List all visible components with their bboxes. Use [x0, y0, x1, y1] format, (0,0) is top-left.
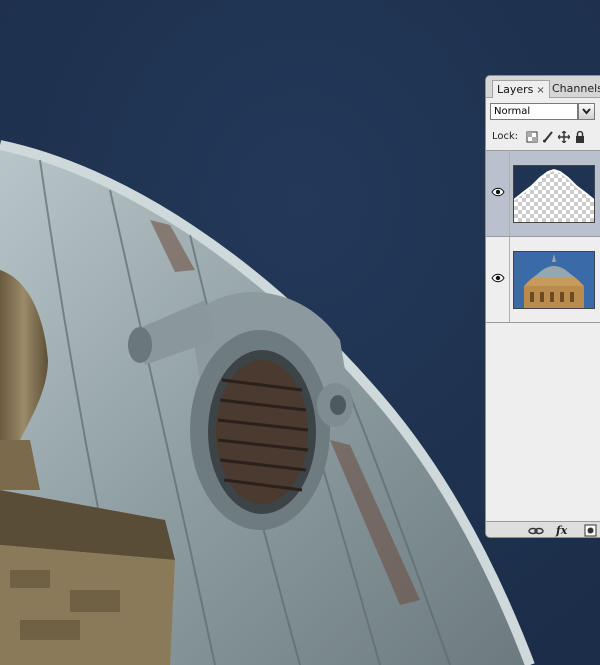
visibility-toggle[interactable]	[486, 237, 510, 322]
layer-row-mask[interactable]	[486, 151, 600, 237]
visibility-toggle[interactable]	[486, 151, 510, 236]
lock-transparent-icon[interactable]	[526, 131, 538, 143]
lock-row: Lock:	[492, 128, 600, 146]
layers-panel: Layers × Channels Normal Lock: fx	[485, 75, 600, 538]
eye-icon	[491, 187, 505, 197]
panel-tab-bar: Layers × Channels	[486, 76, 600, 98]
layer-row-photo[interactable]	[486, 237, 600, 323]
blend-mode-row: Normal	[490, 103, 600, 121]
close-icon[interactable]: ×	[536, 85, 544, 96]
eye-icon	[491, 273, 505, 283]
lock-position-icon[interactable]	[558, 131, 570, 143]
lock-all-icon[interactable]	[574, 131, 586, 143]
tab-layers[interactable]: Layers ×	[492, 80, 550, 98]
panel-bottom-bar: fx	[486, 521, 600, 537]
tab-channels-label: Channels	[552, 82, 600, 95]
layers-list	[486, 150, 600, 523]
fx-icon[interactable]: fx	[556, 524, 567, 537]
layer-thumbnail-photo	[513, 251, 595, 309]
blend-mode-dropdown-button[interactable]	[578, 103, 595, 120]
mask-icon[interactable]	[584, 524, 597, 537]
link-icon[interactable]	[528, 524, 544, 537]
lock-label: Lock:	[492, 131, 519, 142]
lock-image-icon[interactable]	[542, 131, 554, 143]
layer-thumbnail-mask	[513, 165, 595, 223]
tab-layers-label: Layers	[497, 83, 534, 96]
blend-mode-select[interactable]: Normal	[490, 103, 578, 120]
tab-channels[interactable]: Channels	[548, 80, 600, 98]
chevron-down-icon	[582, 108, 591, 115]
